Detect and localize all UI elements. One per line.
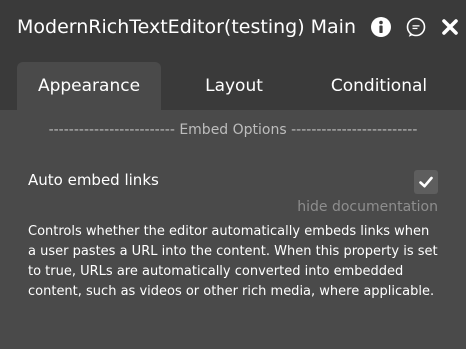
info-icon[interactable] <box>370 16 392 38</box>
tab-label: Appearance <box>37 76 141 96</box>
title-bar: ModernRichTextEditor(testing) Main <box>0 0 466 56</box>
tab-label: Conditional <box>330 76 428 96</box>
hide-documentation-link[interactable]: hide documentation <box>297 199 438 215</box>
tab-bar: Appearance Layout Conditional <box>0 56 466 110</box>
checkmark-icon <box>419 176 433 188</box>
comment-icon[interactable] <box>405 16 427 38</box>
tab-conditional[interactable]: Conditional <box>306 62 452 110</box>
tab-appearance[interactable]: Appearance <box>17 62 161 110</box>
section-header: ------------------------- Embed Options … <box>48 122 418 138</box>
tab-layout[interactable]: Layout <box>166 62 302 110</box>
tab-label: Layout <box>205 76 263 96</box>
property-editor-panel: ModernRichTextEditor(testing) Main Appea… <box>0 0 466 349</box>
property-documentation: Controls whether the editor automaticall… <box>28 224 438 299</box>
panel-title: ModernRichTextEditor(testing) Main <box>17 16 357 38</box>
auto-embed-checkbox[interactable] <box>414 170 438 194</box>
property-label: Auto embed links <box>28 171 159 189</box>
close-icon[interactable] <box>439 16 461 38</box>
